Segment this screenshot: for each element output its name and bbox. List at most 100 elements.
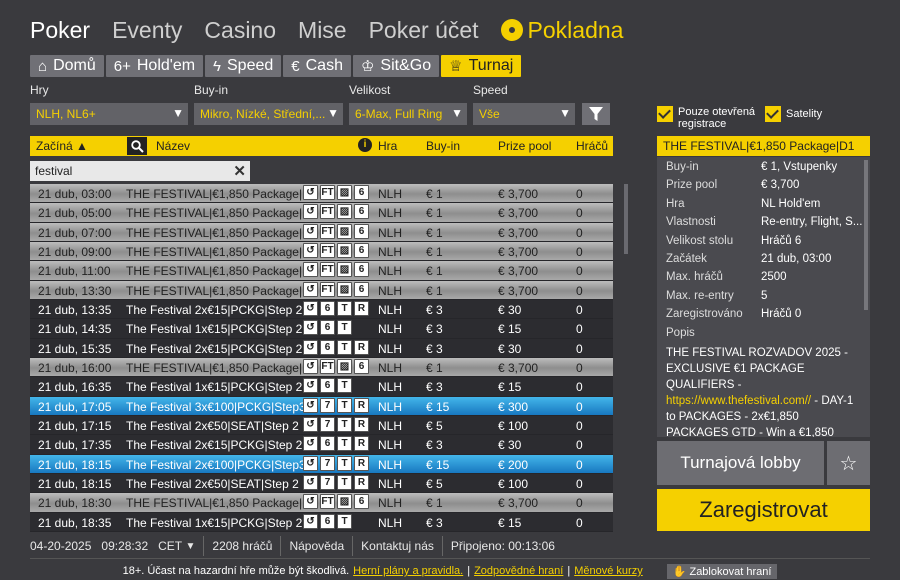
filter-hry-select[interactable]: NLH, NL6+ ▼ [30, 103, 188, 125]
row-players: 0 [576, 399, 583, 414]
table-row[interactable]: 21 dub, 16:00 THE FESTIVAL|€1,850 Package… [30, 357, 613, 378]
table-row[interactable]: 21 dub, 18:15 The Festival 2x€100|PCKG|St… [30, 454, 613, 474]
name-search-input[interactable]: festival ✕ [30, 161, 250, 181]
table-row[interactable]: 21 dub, 03:00 THE FESTIVAL|€1,850 Package… [30, 184, 613, 204]
row-name: THE FESTIVAL|€1,850 Package|... [126, 283, 304, 298]
feature-icon: FT [320, 204, 335, 220]
feature-icon: 6 [354, 358, 369, 374]
row-game: NLH [378, 457, 403, 472]
satelity-checkbox[interactable]: Satelity [765, 106, 822, 122]
checkbox-label: Satelity [786, 108, 823, 120]
table-row[interactable]: 21 dub, 18:15 The Festival 2x€50|SEAT|Ste… [30, 473, 613, 494]
row-players: 0 [576, 515, 583, 530]
nav-poker[interactable]: Poker [30, 17, 90, 44]
detail-label: Buy-in [666, 161, 699, 173]
feature-icon: ↺ [303, 281, 318, 297]
rules-link[interactable]: Herní plány a pravidla. [353, 565, 463, 577]
list-scrollbar[interactable] [624, 184, 628, 254]
tab-turnaj[interactable]: ♕ Turnaj [441, 55, 522, 77]
row-prize: € 3,700 [498, 225, 539, 240]
block-gambling-button[interactable]: ✋ Zablokovat hraní [666, 563, 778, 579]
festival-link[interactable]: https://www.thefestival.com// [666, 395, 811, 407]
col-buyin[interactable]: Buy-in [426, 139, 460, 153]
table-row[interactable]: 21 dub, 18:30 THE FESTIVAL|€1,850 Package… [30, 493, 613, 513]
table-row[interactable]: 21 dub, 13:35 The Festival 2x€15|PCKG|Ste… [30, 299, 613, 320]
detail-label: Vlastnosti [666, 216, 716, 229]
nav-mise[interactable]: Mise [298, 17, 347, 44]
select-value: 6-Max, Full Ring [355, 107, 443, 121]
row-feature-icons: ↺ 6 T R [303, 300, 371, 316]
help-link[interactable]: Nápověda [280, 536, 352, 556]
detail-label: Velikost stolu [666, 234, 734, 247]
search-icon [130, 139, 144, 153]
row-game: NLH [378, 341, 403, 356]
feature-icon: R [354, 339, 369, 355]
rates-link[interactable]: Měnové kurzy [574, 565, 642, 577]
tab-domu[interactable]: ⌂ Domů [30, 55, 104, 77]
tab-sitgo[interactable]: ♔ Sit&Go [352, 55, 440, 77]
table-row[interactable]: 21 dub, 13:30 THE FESTIVAL|€1,850 Package… [30, 280, 613, 300]
table-row[interactable]: 21 dub, 11:00 THE FESTIVAL|€1,850 Package… [30, 261, 613, 281]
table-row[interactable]: 21 dub, 17:15 The Festival 2x€50|SEAT|Ste… [30, 415, 613, 436]
feature-icon: ↺ [303, 416, 318, 432]
feature-icon: ↺ [303, 378, 318, 394]
favorite-button[interactable]: ☆ [827, 441, 870, 485]
row-prize: € 3,700 [498, 496, 539, 511]
register-button[interactable]: Zaregistrovat [657, 489, 870, 531]
six-plus-icon: 6+ [113, 57, 131, 75]
feature-icon: T [337, 455, 352, 471]
table-row[interactable]: 21 dub, 18:35 The Festival 1x€15|PCKG|Ste… [30, 512, 613, 532]
table-row[interactable]: 21 dub, 17:35 The Festival 2x€15|PCKG|Ste… [30, 435, 613, 455]
nav-pokladna[interactable]: Pokladna [500, 17, 623, 44]
table-row[interactable]: 21 dub, 09:00 THE FESTIVAL|€1,850 Package… [30, 241, 613, 262]
clear-icon[interactable]: ✕ [233, 162, 246, 180]
col-hra[interactable]: Hra [378, 139, 397, 153]
row-players: 0 [576, 496, 583, 511]
nav-poker-ucet[interactable]: Poker účet [369, 17, 479, 44]
feature-icon: 6 [354, 494, 369, 510]
table-row[interactable]: 21 dub, 15:35 The Festival 2x€15|PCKG|Ste… [30, 338, 613, 358]
table-row[interactable]: 21 dub, 16:35 The Festival 1x€15|PCKG|Ste… [30, 377, 613, 397]
tab-speed[interactable]: ϟ Speed [205, 55, 282, 77]
col-hracu[interactable]: Hráčů [576, 139, 608, 153]
feature-icon: 6 [320, 339, 335, 355]
open-registration-checkbox[interactable]: Pouze otevřená registrace [657, 106, 757, 130]
table-row[interactable]: 21 dub, 17:05 The Festival 3x€100|PCKG|St… [30, 396, 613, 416]
filter-speed-select[interactable]: Vše ▼ [473, 103, 575, 125]
euro-icon: € [291, 57, 300, 75]
col-prize[interactable]: Prize pool [498, 139, 551, 153]
row-start-time: 21 dub, 17:05 [38, 399, 112, 414]
table-row[interactable]: 21 dub, 07:00 THE FESTIVAL|€1,850 Package… [30, 222, 613, 242]
table-row[interactable]: 21 dub, 14:35 The Festival 1x€15|PCKG|Ste… [30, 319, 613, 339]
filter-button[interactable] [582, 103, 610, 125]
row-buyin: € 1 [426, 283, 443, 298]
filter-velikost-select[interactable]: 6-Max, Full Ring ▼ [349, 103, 467, 125]
filter-buyin-select[interactable]: Mikro, Nízké, Střední,... ▼ [194, 103, 343, 125]
nav-eventy[interactable]: Eventy [112, 17, 182, 44]
row-name: The Festival 2x€50|SEAT|Step 2 [126, 418, 299, 433]
row-feature-icons: ↺ 6 T [303, 513, 354, 529]
feature-icon: 7 [320, 397, 335, 413]
divider [30, 558, 870, 559]
popis-label: Popis [666, 327, 695, 339]
row-game: NLH [378, 380, 403, 395]
contact-link[interactable]: Kontaktuj nás [352, 536, 442, 556]
feature-icon: 6 [354, 185, 369, 200]
tab-label: Hold'em [136, 57, 196, 74]
row-game: NLH [378, 264, 403, 279]
search-button[interactable] [127, 137, 147, 155]
detail-value: Re-entry, Flight, S... [761, 216, 863, 229]
nav-casino[interactable]: Casino [204, 17, 276, 44]
responsible-link[interactable]: Zodpovědné hraní [474, 565, 563, 577]
row-buyin: € 3 [426, 515, 443, 530]
detail-scrollbar[interactable] [864, 160, 868, 310]
table-row[interactable]: 21 dub, 05:00 THE FESTIVAL|€1,850 Package… [30, 203, 613, 223]
tournament-lobby-button[interactable]: Turnajová lobby [657, 441, 824, 485]
row-prize: € 300 [498, 399, 529, 414]
col-nazev[interactable]: Název [156, 139, 190, 153]
tab-cash[interactable]: € Cash [283, 55, 351, 77]
col-zacina[interactable]: Začíná ▲ [36, 139, 88, 153]
tab-holdem[interactable]: 6+ Hold'em [105, 55, 204, 77]
info-icon[interactable]: i [358, 138, 372, 152]
detail-label: Zaregistrováno [666, 308, 743, 321]
